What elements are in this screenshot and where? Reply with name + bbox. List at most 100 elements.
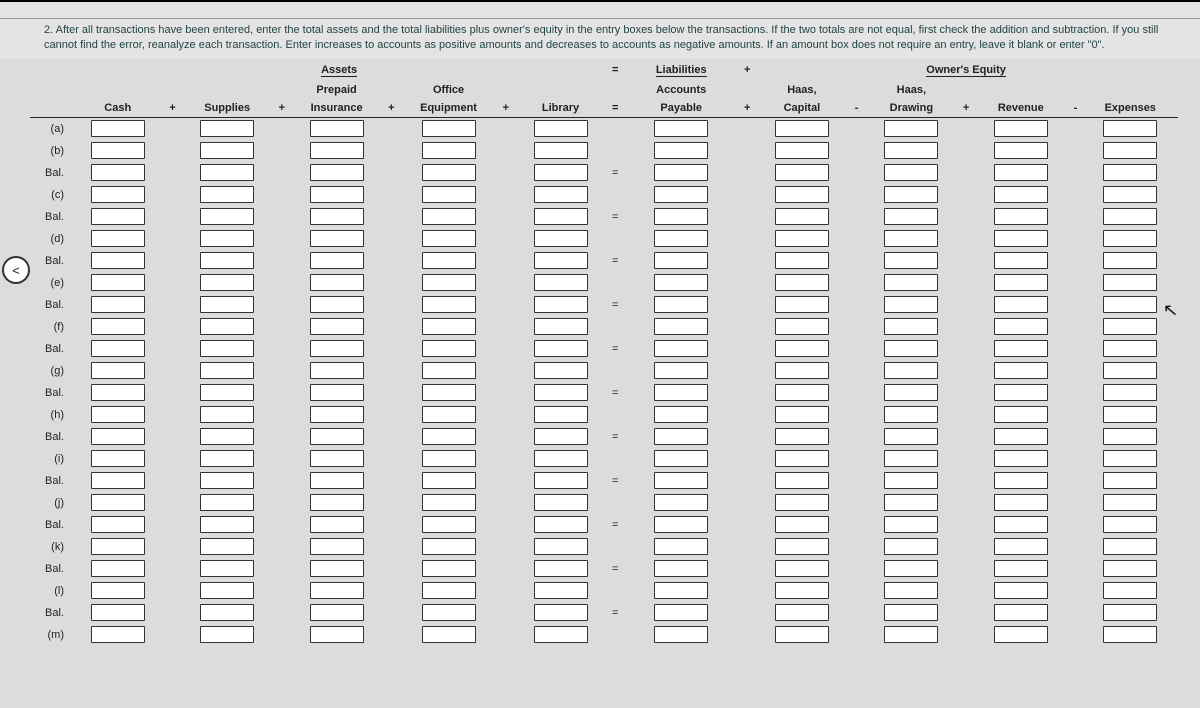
cell-revenue[interactable] (994, 186, 1048, 203)
cell-capital[interactable] (775, 472, 829, 489)
cell-expenses[interactable] (1103, 494, 1157, 511)
cell-cash[interactable] (91, 340, 145, 357)
cell-revenue[interactable] (994, 494, 1048, 511)
cell-supplies[interactable] (200, 560, 254, 577)
cell-expenses[interactable] (1103, 208, 1157, 225)
cell-revenue[interactable] (994, 626, 1048, 643)
cell-expenses[interactable] (1103, 230, 1157, 247)
cell-expenses[interactable] (1103, 538, 1157, 555)
cell-capital[interactable] (775, 340, 829, 357)
cell-revenue[interactable] (994, 604, 1048, 621)
cell-supplies[interactable] (200, 604, 254, 621)
cell-capital[interactable] (775, 120, 829, 137)
cell-library[interactable] (534, 208, 588, 225)
cell-library[interactable] (534, 604, 588, 621)
cell-payable[interactable] (654, 186, 708, 203)
cell-library[interactable] (534, 296, 588, 313)
cell-insurance[interactable] (310, 296, 364, 313)
cell-cash[interactable] (91, 626, 145, 643)
cell-drawing[interactable] (884, 274, 938, 291)
cell-cash[interactable] (91, 164, 145, 181)
cell-equipment[interactable] (422, 604, 476, 621)
cell-library[interactable] (534, 626, 588, 643)
cell-payable[interactable] (654, 274, 708, 291)
cell-drawing[interactable] (884, 230, 938, 247)
cell-revenue[interactable] (994, 560, 1048, 577)
cell-insurance[interactable] (310, 450, 364, 467)
cell-drawing[interactable] (884, 604, 938, 621)
cell-cash[interactable] (91, 582, 145, 599)
cell-library[interactable] (534, 362, 588, 379)
cell-insurance[interactable] (310, 494, 364, 511)
cell-expenses[interactable] (1103, 472, 1157, 489)
cell-expenses[interactable] (1103, 428, 1157, 445)
cell-supplies[interactable] (200, 406, 254, 423)
cell-equipment[interactable] (422, 296, 476, 313)
cell-payable[interactable] (654, 560, 708, 577)
cell-capital[interactable] (775, 142, 829, 159)
cell-supplies[interactable] (200, 472, 254, 489)
cell-drawing[interactable] (884, 296, 938, 313)
cell-supplies[interactable] (200, 164, 254, 181)
cell-supplies[interactable] (200, 626, 254, 643)
cell-equipment[interactable] (422, 538, 476, 555)
cell-cash[interactable] (91, 604, 145, 621)
cell-capital[interactable] (775, 516, 829, 533)
cell-drawing[interactable] (884, 494, 938, 511)
cell-expenses[interactable] (1103, 274, 1157, 291)
cell-supplies[interactable] (200, 538, 254, 555)
cell-capital[interactable] (775, 494, 829, 511)
cell-expenses[interactable] (1103, 120, 1157, 137)
cell-insurance[interactable] (310, 362, 364, 379)
cell-cash[interactable] (91, 274, 145, 291)
cell-library[interactable] (534, 252, 588, 269)
cell-capital[interactable] (775, 538, 829, 555)
cell-cash[interactable] (91, 516, 145, 533)
cell-expenses[interactable] (1103, 362, 1157, 379)
cell-revenue[interactable] (994, 450, 1048, 467)
cell-equipment[interactable] (422, 450, 476, 467)
cell-capital[interactable] (775, 318, 829, 335)
cell-capital[interactable] (775, 208, 829, 225)
cell-revenue[interactable] (994, 318, 1048, 335)
cell-revenue[interactable] (994, 472, 1048, 489)
cell-insurance[interactable] (310, 582, 364, 599)
cell-insurance[interactable] (310, 120, 364, 137)
cell-drawing[interactable] (884, 362, 938, 379)
cell-cash[interactable] (91, 296, 145, 313)
cell-capital[interactable] (775, 164, 829, 181)
cell-equipment[interactable] (422, 142, 476, 159)
cell-revenue[interactable] (994, 384, 1048, 401)
cell-revenue[interactable] (994, 428, 1048, 445)
cell-equipment[interactable] (422, 318, 476, 335)
cell-payable[interactable] (654, 296, 708, 313)
cell-supplies[interactable] (200, 252, 254, 269)
cell-payable[interactable] (654, 362, 708, 379)
cell-supplies[interactable] (200, 450, 254, 467)
cell-insurance[interactable] (310, 186, 364, 203)
cell-equipment[interactable] (422, 384, 476, 401)
cell-equipment[interactable] (422, 252, 476, 269)
cell-supplies[interactable] (200, 428, 254, 445)
cell-library[interactable] (534, 340, 588, 357)
cell-capital[interactable] (775, 604, 829, 621)
cell-revenue[interactable] (994, 252, 1048, 269)
cell-payable[interactable] (654, 450, 708, 467)
cell-expenses[interactable] (1103, 450, 1157, 467)
cell-capital[interactable] (775, 450, 829, 467)
cell-cash[interactable] (91, 428, 145, 445)
cell-library[interactable] (534, 582, 588, 599)
cell-expenses[interactable] (1103, 340, 1157, 357)
cell-payable[interactable] (654, 208, 708, 225)
cell-insurance[interactable] (310, 406, 364, 423)
cell-drawing[interactable] (884, 186, 938, 203)
cell-drawing[interactable] (884, 538, 938, 555)
cell-cash[interactable] (91, 538, 145, 555)
cell-drawing[interactable] (884, 142, 938, 159)
cell-drawing[interactable] (884, 626, 938, 643)
cell-equipment[interactable] (422, 120, 476, 137)
cell-supplies[interactable] (200, 582, 254, 599)
cell-drawing[interactable] (884, 406, 938, 423)
cell-library[interactable] (534, 472, 588, 489)
cell-supplies[interactable] (200, 318, 254, 335)
